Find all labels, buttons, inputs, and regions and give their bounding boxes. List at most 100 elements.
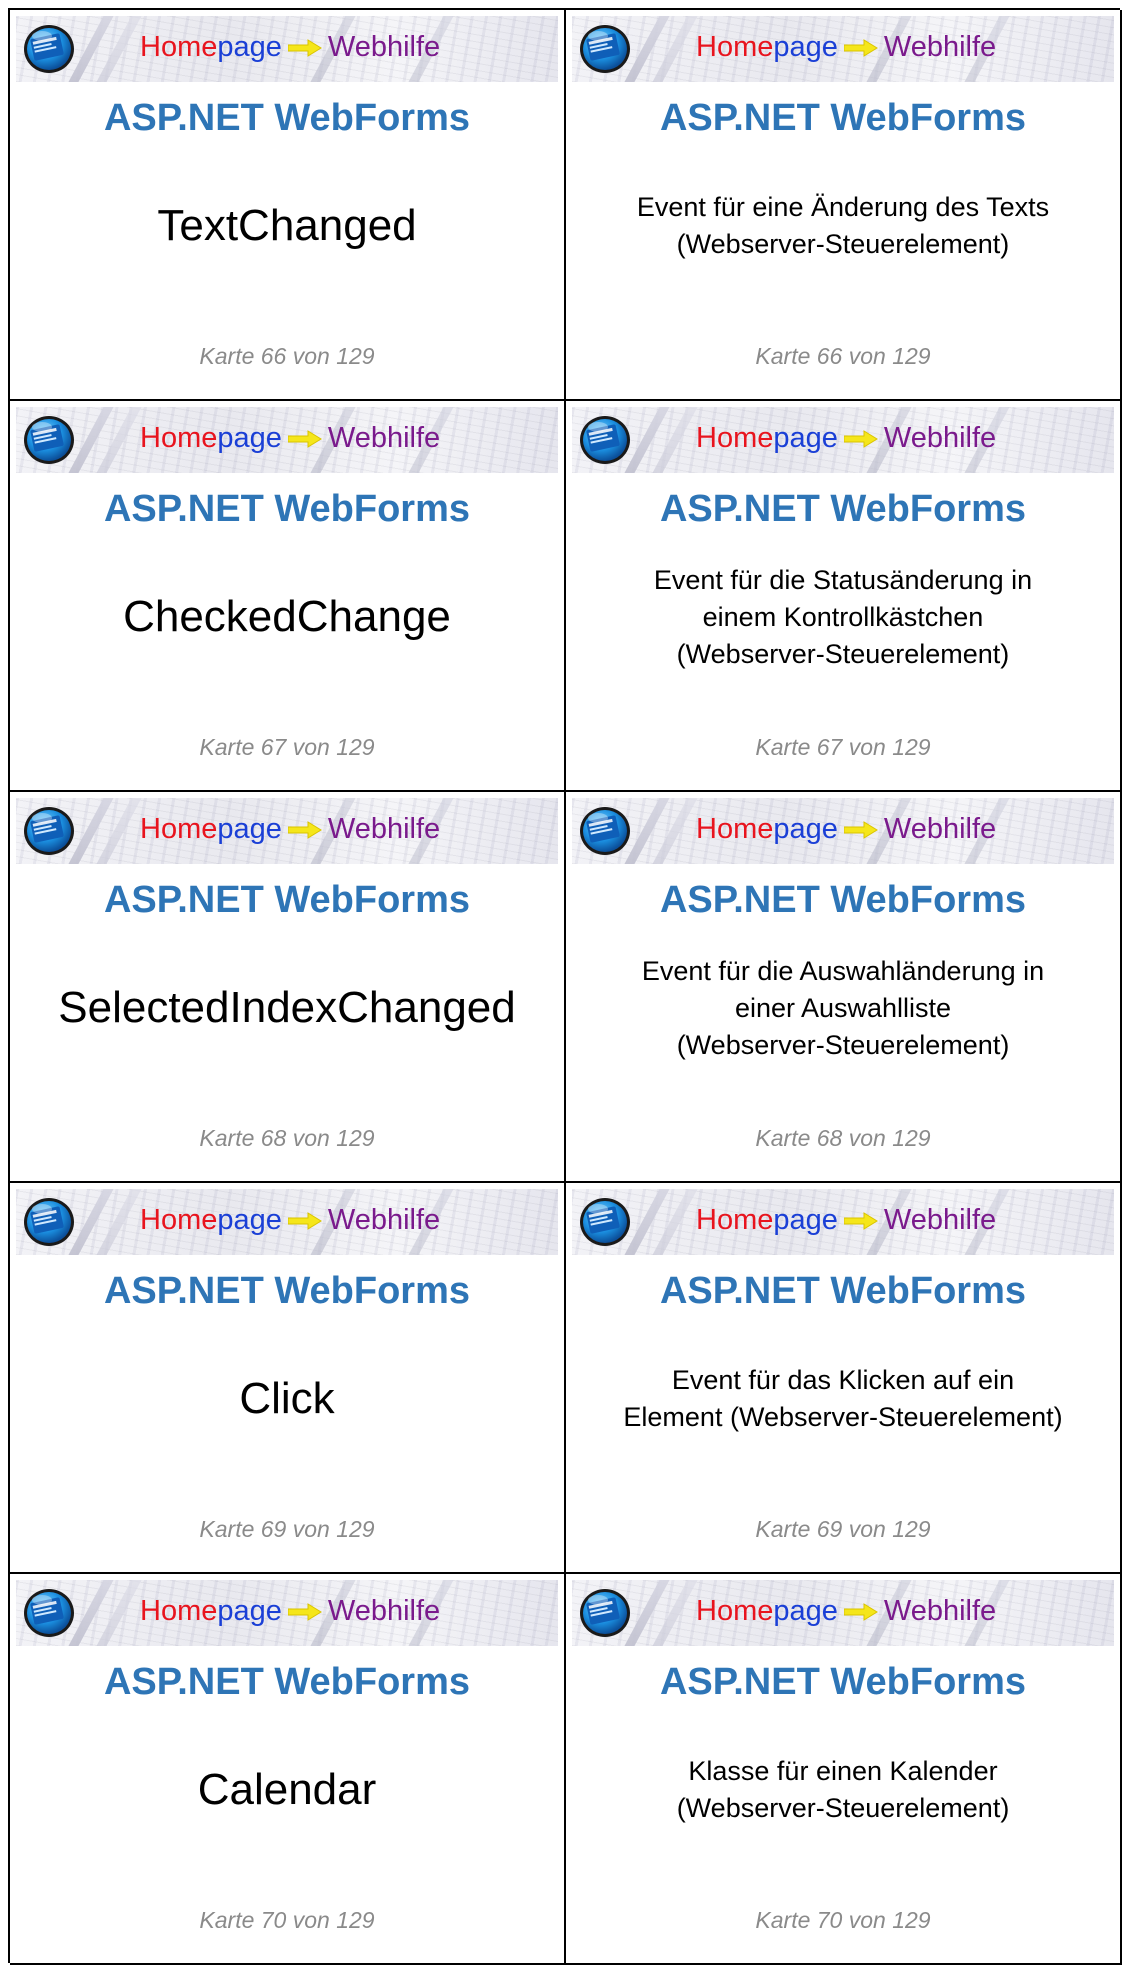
brand-wordmark: Homepage Webhilfe (696, 812, 996, 846)
brand-webhilfe: Webhilfe (883, 813, 997, 845)
brand-webhilfe: Webhilfe (883, 1595, 997, 1627)
brand-wordmark: Homepage Webhilfe (696, 30, 996, 64)
brand-home-part2: page (217, 1595, 282, 1627)
brand-webhilfe: Webhilfe (883, 422, 997, 454)
homepage-webhilfe-logo-icon (24, 416, 74, 464)
yellow-arrow-icon (843, 1212, 878, 1231)
brand-home-part1: Home (140, 422, 218, 454)
yellow-arrow-icon (287, 39, 322, 58)
yellow-arrow-icon (843, 39, 878, 58)
banner: Homepage Webhilfe (16, 1189, 558, 1255)
course-title: ASP.NET WebForms (659, 1661, 1026, 1703)
yellow-arrow-icon (287, 1603, 322, 1622)
card-counter: Karte 70 von 129 (755, 1907, 931, 1933)
course-title: ASP.NET WebForms (659, 488, 1026, 530)
banner: Homepage Webhilfe (572, 16, 1114, 82)
flashcard-grid: Homepage Webhilfe ASP.NET WebForms TextC… (8, 8, 1122, 1965)
brand-home-part2: page (773, 813, 838, 845)
banner: Homepage Webhilfe (16, 407, 558, 473)
card-counter: Karte 69 von 129 (755, 1516, 931, 1542)
course-title: ASP.NET WebForms (659, 879, 1026, 921)
card-term: TextChanged (157, 201, 417, 250)
homepage-webhilfe-logo-icon (580, 416, 630, 464)
homepage-webhilfe-logo-icon (580, 25, 630, 73)
brand-wordmark: Homepage Webhilfe (140, 421, 440, 455)
course-title: ASP.NET WebForms (103, 879, 470, 921)
brand-webhilfe: Webhilfe (883, 31, 997, 63)
brand-home-part1: Home (140, 813, 218, 845)
brand-wordmark: Homepage Webhilfe (696, 1203, 996, 1237)
brand-wordmark: Homepage Webhilfe (140, 1203, 440, 1237)
homepage-webhilfe-logo-icon (580, 1589, 630, 1637)
brand-webhilfe: Webhilfe (327, 31, 441, 63)
brand-webhilfe: Webhilfe (327, 813, 441, 845)
flashcard-back: Homepage Webhilfe ASP.NET WebForms Event… (566, 792, 1122, 1183)
banner: Homepage Webhilfe (572, 1189, 1114, 1255)
flashcard-front: Homepage Webhilfe ASP.NET WebForms Calen… (10, 1574, 566, 1965)
brand-wordmark: Homepage Webhilfe (140, 1594, 440, 1628)
card-definition: Klasse für einen Kalender (Webserver-Ste… (676, 1756, 1010, 1823)
homepage-webhilfe-logo-icon (24, 25, 74, 73)
banner: Homepage Webhilfe (16, 1580, 558, 1646)
yellow-arrow-icon (843, 1603, 878, 1622)
flashcard-front: Homepage Webhilfe ASP.NET WebForms Click… (10, 1183, 566, 1574)
brand-home-part2: page (773, 422, 838, 454)
flashcard-front: Homepage Webhilfe ASP.NET WebForms TextC… (10, 10, 566, 401)
flashcard-back: Homepage Webhilfe ASP.NET WebForms Klass… (566, 1574, 1122, 1965)
banner: Homepage Webhilfe (572, 798, 1114, 864)
yellow-arrow-icon (287, 1212, 322, 1231)
brand-home-part1: Home (696, 813, 774, 845)
card-definition: Event für das Klicken auf ein Element (W… (623, 1365, 1063, 1432)
banner: Homepage Webhilfe (16, 798, 558, 864)
banner: Homepage Webhilfe (572, 407, 1114, 473)
yellow-arrow-icon (287, 430, 322, 449)
brand-wordmark: Homepage Webhilfe (696, 421, 996, 455)
brand-wordmark: Homepage Webhilfe (140, 812, 440, 846)
card-definition: Event für eine Änderung des Texts (Webse… (636, 192, 1050, 259)
course-title: ASP.NET WebForms (103, 488, 470, 530)
card-term: Click (239, 1374, 335, 1423)
banner: Homepage Webhilfe (572, 1580, 1114, 1646)
flashcard-front: Homepage Webhilfe ASP.NET WebForms Check… (10, 401, 566, 792)
card-counter: Karte 69 von 129 (199, 1516, 375, 1542)
yellow-arrow-icon (843, 821, 878, 840)
card-counter: Karte 68 von 129 (199, 1125, 375, 1151)
course-title: ASP.NET WebForms (103, 1270, 470, 1312)
banner: Homepage Webhilfe (16, 16, 558, 82)
course-title: ASP.NET WebForms (103, 1661, 470, 1703)
card-definition: Event für die Statusänderung in einem Ko… (653, 564, 1033, 669)
brand-home-part2: page (217, 1204, 282, 1236)
yellow-arrow-icon (287, 821, 322, 840)
brand-wordmark: Homepage Webhilfe (140, 30, 440, 64)
card-term: SelectedIndexChanged (58, 983, 516, 1032)
card-counter: Karte 70 von 129 (199, 1907, 375, 1933)
homepage-webhilfe-logo-icon (24, 1198, 74, 1246)
brand-home-part1: Home (140, 31, 218, 63)
flashcard-front: Homepage Webhilfe ASP.NET WebForms Selec… (10, 792, 566, 1183)
brand-home-part2: page (773, 1595, 838, 1627)
flashcard-back: Homepage Webhilfe ASP.NET WebForms Event… (566, 401, 1122, 792)
brand-webhilfe: Webhilfe (327, 1595, 441, 1627)
brand-home-part1: Home (140, 1595, 218, 1627)
flashcard-sheet: Homepage Webhilfe ASP.NET WebForms TextC… (0, 0, 1122, 1965)
card-counter: Karte 66 von 129 (755, 343, 931, 369)
brand-home-part1: Home (696, 1204, 774, 1236)
course-title: ASP.NET WebForms (659, 1270, 1026, 1312)
card-term: Calendar (197, 1765, 377, 1814)
homepage-webhilfe-logo-icon (24, 807, 74, 855)
brand-home-part2: page (773, 1204, 838, 1236)
yellow-arrow-icon (843, 430, 878, 449)
brand-home-part1: Home (696, 422, 774, 454)
card-counter: Karte 67 von 129 (755, 734, 931, 760)
homepage-webhilfe-logo-icon (24, 1589, 74, 1637)
brand-home-part2: page (217, 31, 282, 63)
card-definition: Event für die Auswahländerung in einer A… (641, 955, 1045, 1060)
card-term: CheckedChange (123, 592, 451, 641)
brand-webhilfe: Webhilfe (327, 1204, 441, 1236)
card-counter: Karte 68 von 129 (755, 1125, 931, 1151)
brand-home-part2: page (217, 422, 282, 454)
flashcard-back: Homepage Webhilfe ASP.NET WebForms Event… (566, 10, 1122, 401)
brand-webhilfe: Webhilfe (883, 1204, 997, 1236)
card-counter: Karte 67 von 129 (199, 734, 375, 760)
homepage-webhilfe-logo-icon (580, 807, 630, 855)
